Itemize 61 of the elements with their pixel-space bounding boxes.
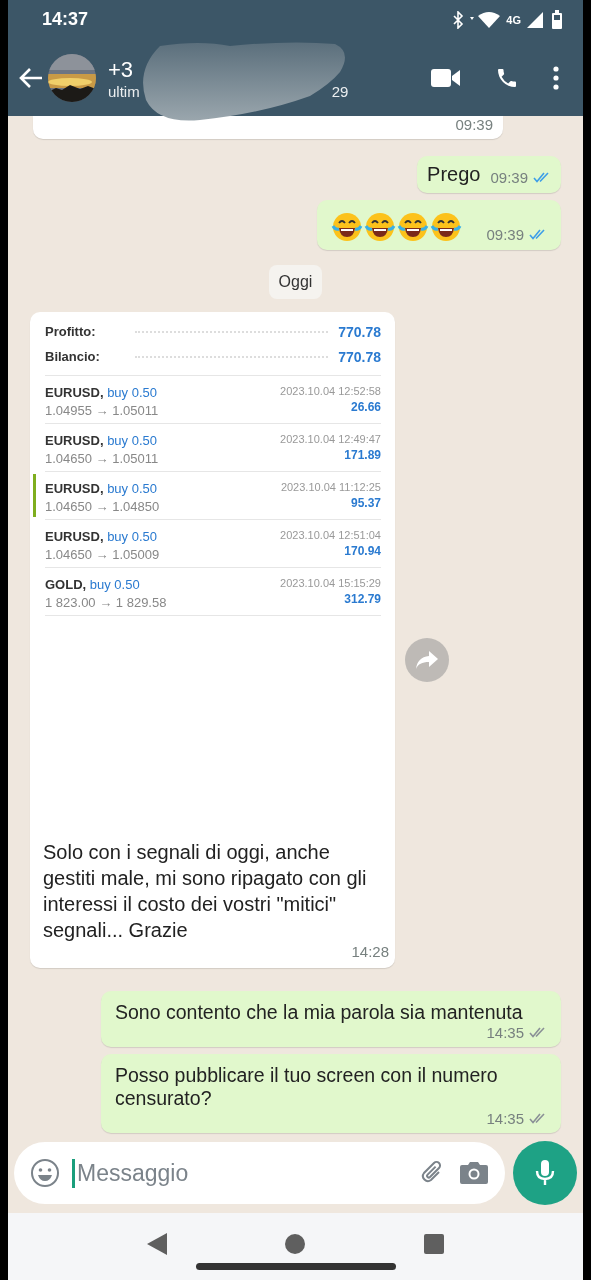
trade-title: GOLD, buy 0.50: [45, 577, 141, 593]
trade-prices: 1 823.00 → 1 829.58: [45, 595, 167, 611]
trade-profit: 171.89: [344, 448, 381, 463]
trade-title: EURUSD, buy 0.50: [45, 433, 158, 449]
message-time: 14:35: [486, 1110, 547, 1128]
message-time: 09:39: [486, 226, 547, 244]
trade-prices: 1.04955 → 1.05011: [45, 403, 159, 419]
message-text: Posso pubblicare il tuo screen con il numero censurato?: [115, 1064, 499, 1111]
message-time: 14:28: [351, 943, 389, 961]
summary-label: Profitto:: [45, 324, 97, 340]
back-nav-icon[interactable]: [147, 1233, 168, 1256]
message-field[interactable]: Messaggio: [14, 1142, 505, 1205]
status-time: 14:37: [42, 9, 89, 31]
trade-date: 2023.10.04 11:12:25: [280, 481, 381, 494]
laughing-emoji-icon: [364, 211, 397, 244]
trade-prices: 1.04650 → 1.05009: [45, 547, 160, 563]
home-nav-icon[interactable]: [285, 1234, 306, 1255]
trade-profit: 95.37: [350, 496, 381, 511]
battery-icon: [551, 9, 563, 30]
summary-label: Bilancio:: [45, 349, 101, 365]
laughing-emoji-icon: [331, 211, 364, 244]
laughing-emoji-icon: [430, 211, 463, 244]
forward-icon: [416, 651, 438, 670]
message-text: Sono contento che la mia parola sia mantenuta: [115, 1001, 524, 1025]
message-text: Solo con i segnali di oggi, anche gestiti male, mi sono ripagato con gli interessi il costo dei vostri "mitici" segnali... Grazie: [42, 840, 368, 944]
message-time: 14:35: [486, 1024, 547, 1042]
video-call-icon[interactable]: [431, 68, 461, 89]
bluetooth-icon: [452, 10, 465, 29]
trade-prices: 1.04650 → 1.05011: [45, 451, 159, 467]
trade-profit: 312.79: [344, 592, 381, 607]
gesture-bar[interactable]: [195, 1263, 396, 1271]
signal-icon: [527, 11, 545, 28]
more-options-icon[interactable]: [553, 66, 559, 91]
trade-date: 2023.10.04 12:52:58: [280, 385, 381, 398]
message-text: Prego: [427, 163, 481, 187]
last-seen: 29: [331, 82, 349, 100]
trade-profit: 26.66: [350, 400, 381, 415]
trade-date: 2023.10.04 15:15:29: [280, 577, 381, 590]
trade-title: EURUSD, buy 0.50: [45, 529, 158, 545]
trade-profit: 170.94: [344, 544, 381, 559]
image-message[interactable]: [30, 312, 395, 969]
trade-title: EURUSD, buy 0.50: [45, 481, 158, 497]
trade-prices: 1.04650 → 1.04850: [45, 499, 160, 515]
contact-name[interactable]: +3: [108, 56, 134, 83]
date-chip: Oggi: [268, 265, 323, 300]
laughing-emoji-icon: [397, 211, 430, 244]
message-time: 09:39: [490, 169, 551, 187]
emoji-icon[interactable]: [30, 1158, 60, 1189]
network-type: 4G: [506, 13, 521, 26]
recents-nav-icon[interactable]: [423, 1234, 444, 1255]
wifi-icon: [470, 11, 501, 28]
trade-date: 2023.10.04 12:51:04: [280, 529, 381, 542]
message-time: 09:39: [455, 116, 493, 134]
trade-title: EURUSD, buy 0.50: [45, 385, 158, 401]
camera-icon[interactable]: [459, 1160, 489, 1187]
summary-value: 770.78: [338, 323, 381, 340]
summary-value: 770.78: [338, 348, 381, 365]
last-seen: ultim: [108, 82, 140, 100]
microphone-icon: [535, 1159, 555, 1188]
message-input[interactable]: Messaggio: [72, 1158, 405, 1188]
trade-date: 2023.10.04 12:49:47: [280, 433, 381, 446]
